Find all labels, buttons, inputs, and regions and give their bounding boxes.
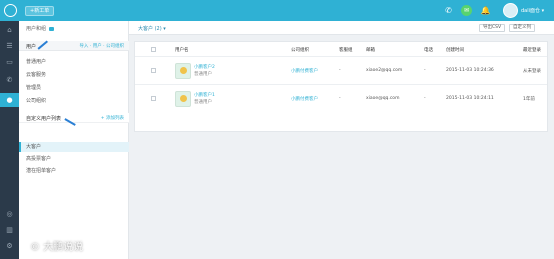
- top-bar: +新工单 ✆ ✉ 🔔 dali面仓 ▾: [0, 0, 554, 21]
- last-login-value: 从未登录: [523, 69, 541, 74]
- company-link[interactable]: 小鹏付费客户: [291, 68, 318, 74]
- home-icon[interactable]: ⌂: [0, 23, 19, 37]
- main-panel: 大客户 (2) ▾ 导出CSV 自定义列 用户名 公司组织 客服组 邮箱 电话 …: [129, 21, 554, 259]
- col-email[interactable]: 邮箱: [366, 47, 375, 53]
- chat-icon[interactable]: ▭: [0, 55, 19, 69]
- sidebar-item-admins[interactable]: 管理员: [19, 83, 129, 93]
- users-section-header: 用户 导入 · 用户 · 公司组织: [19, 41, 129, 51]
- phone-value: -: [424, 96, 426, 101]
- sidebar-item-potential[interactable]: 潜在招单客户: [19, 166, 129, 176]
- list-title-dropdown[interactable]: 大客户 (2) ▾: [138, 25, 166, 32]
- col-created[interactable]: 创建时间: [446, 47, 464, 53]
- bell-icon[interactable]: 🔔: [480, 5, 491, 16]
- user-name-link[interactable]: 小鹏客户1: [194, 92, 215, 98]
- export-csv-button[interactable]: 导出CSV: [479, 24, 506, 32]
- table-row[interactable]: 小鹏客户1 普通用户 小鹏付费客户 - xiaoe@qq.com - 2015-…: [135, 84, 547, 112]
- list-icon[interactable]: ☰: [0, 39, 19, 53]
- email-value: xiaoe@qq.com: [366, 96, 400, 101]
- company-link[interactable]: 小鹏付费客户: [291, 96, 318, 102]
- col-username[interactable]: 用户名: [175, 47, 189, 53]
- new-ticket-button[interactable]: +新工单: [25, 6, 55, 16]
- created-value: 2015-11-03 10:24:36: [446, 68, 494, 73]
- select-all-checkbox[interactable]: [151, 47, 156, 52]
- add-list-button[interactable]: + 添加列表: [101, 115, 124, 121]
- sidebar-item-high-vote[interactable]: 高投票客户: [19, 154, 129, 164]
- col-last-login[interactable]: 最近登录: [523, 47, 541, 53]
- phone-icon[interactable]: ✆: [0, 73, 19, 87]
- col-company[interactable]: 公司组织: [291, 47, 309, 53]
- avatar: [175, 63, 191, 79]
- custom-columns-button[interactable]: 自定义列: [509, 24, 535, 32]
- user-role: 普通用户: [194, 100, 212, 105]
- left-rail: ⌂ ☰ ▭ ✆ ● ◎ ▥ ⚙: [0, 21, 19, 259]
- info-icon: [49, 26, 55, 31]
- users-table: 用户名 公司组织 客服组 邮箱 电话 创建时间 最近登录 小鹏客户2 普通用户 …: [134, 41, 548, 132]
- sidebar-item-big-customers[interactable]: 大客户: [19, 142, 129, 152]
- user-avatar[interactable]: [503, 3, 518, 18]
- user-role: 普通用户: [194, 72, 212, 77]
- sidebar-item-company[interactable]: 公司组织: [19, 96, 129, 106]
- main-header: 大客户 (2) ▾ 导出CSV 自定义列: [129, 21, 554, 35]
- table-row[interactable]: 小鹏客户2 普通用户 小鹏付费客户 - xiaoe2@qq.com - 2015…: [135, 56, 547, 84]
- chart-icon[interactable]: ▥: [0, 223, 19, 237]
- user-icon[interactable]: ●: [0, 93, 19, 107]
- settings-icon[interactable]: ⚙: [0, 239, 19, 253]
- created-value: 2015-11-03 10:24:11: [446, 96, 494, 101]
- email-value: xiaoe2@qq.com: [366, 68, 403, 73]
- custom-lists-header: 自定义用户列表 + 添加列表: [19, 113, 129, 123]
- phone-icon[interactable]: ✆: [443, 5, 454, 16]
- users-sidebar: 用户和组 用户 导入 · 用户 · 公司组织 普通用户 云客服务 管理员 公司组…: [19, 21, 129, 259]
- users-actions[interactable]: 导入 · 用户 · 公司组织: [79, 43, 124, 49]
- watermark: © 大鹏说说: [30, 242, 84, 253]
- cloud-logo-icon[interactable]: [4, 4, 17, 17]
- chat-icon[interactable]: ✉: [461, 5, 472, 16]
- phone-value: -: [424, 68, 426, 73]
- user-menu[interactable]: dali面仓 ▾: [521, 7, 544, 14]
- avatar: [175, 91, 191, 107]
- group-value: -: [339, 68, 341, 73]
- row-checkbox[interactable]: [151, 96, 156, 101]
- globe-icon[interactable]: ◎: [0, 207, 19, 221]
- col-phone[interactable]: 电话: [424, 47, 433, 53]
- group-value: -: [339, 96, 341, 101]
- sidebar-item-cloud-service[interactable]: 云客服务: [19, 70, 129, 80]
- row-checkbox[interactable]: [151, 68, 156, 73]
- sidebar-item-regular-users[interactable]: 普通用户: [19, 57, 129, 67]
- col-group[interactable]: 客服组: [339, 47, 353, 53]
- user-name-link[interactable]: 小鹏客户2: [194, 64, 215, 70]
- last-login-value: 1年前: [523, 97, 535, 102]
- sidebar-title: 用户和组: [26, 25, 55, 32]
